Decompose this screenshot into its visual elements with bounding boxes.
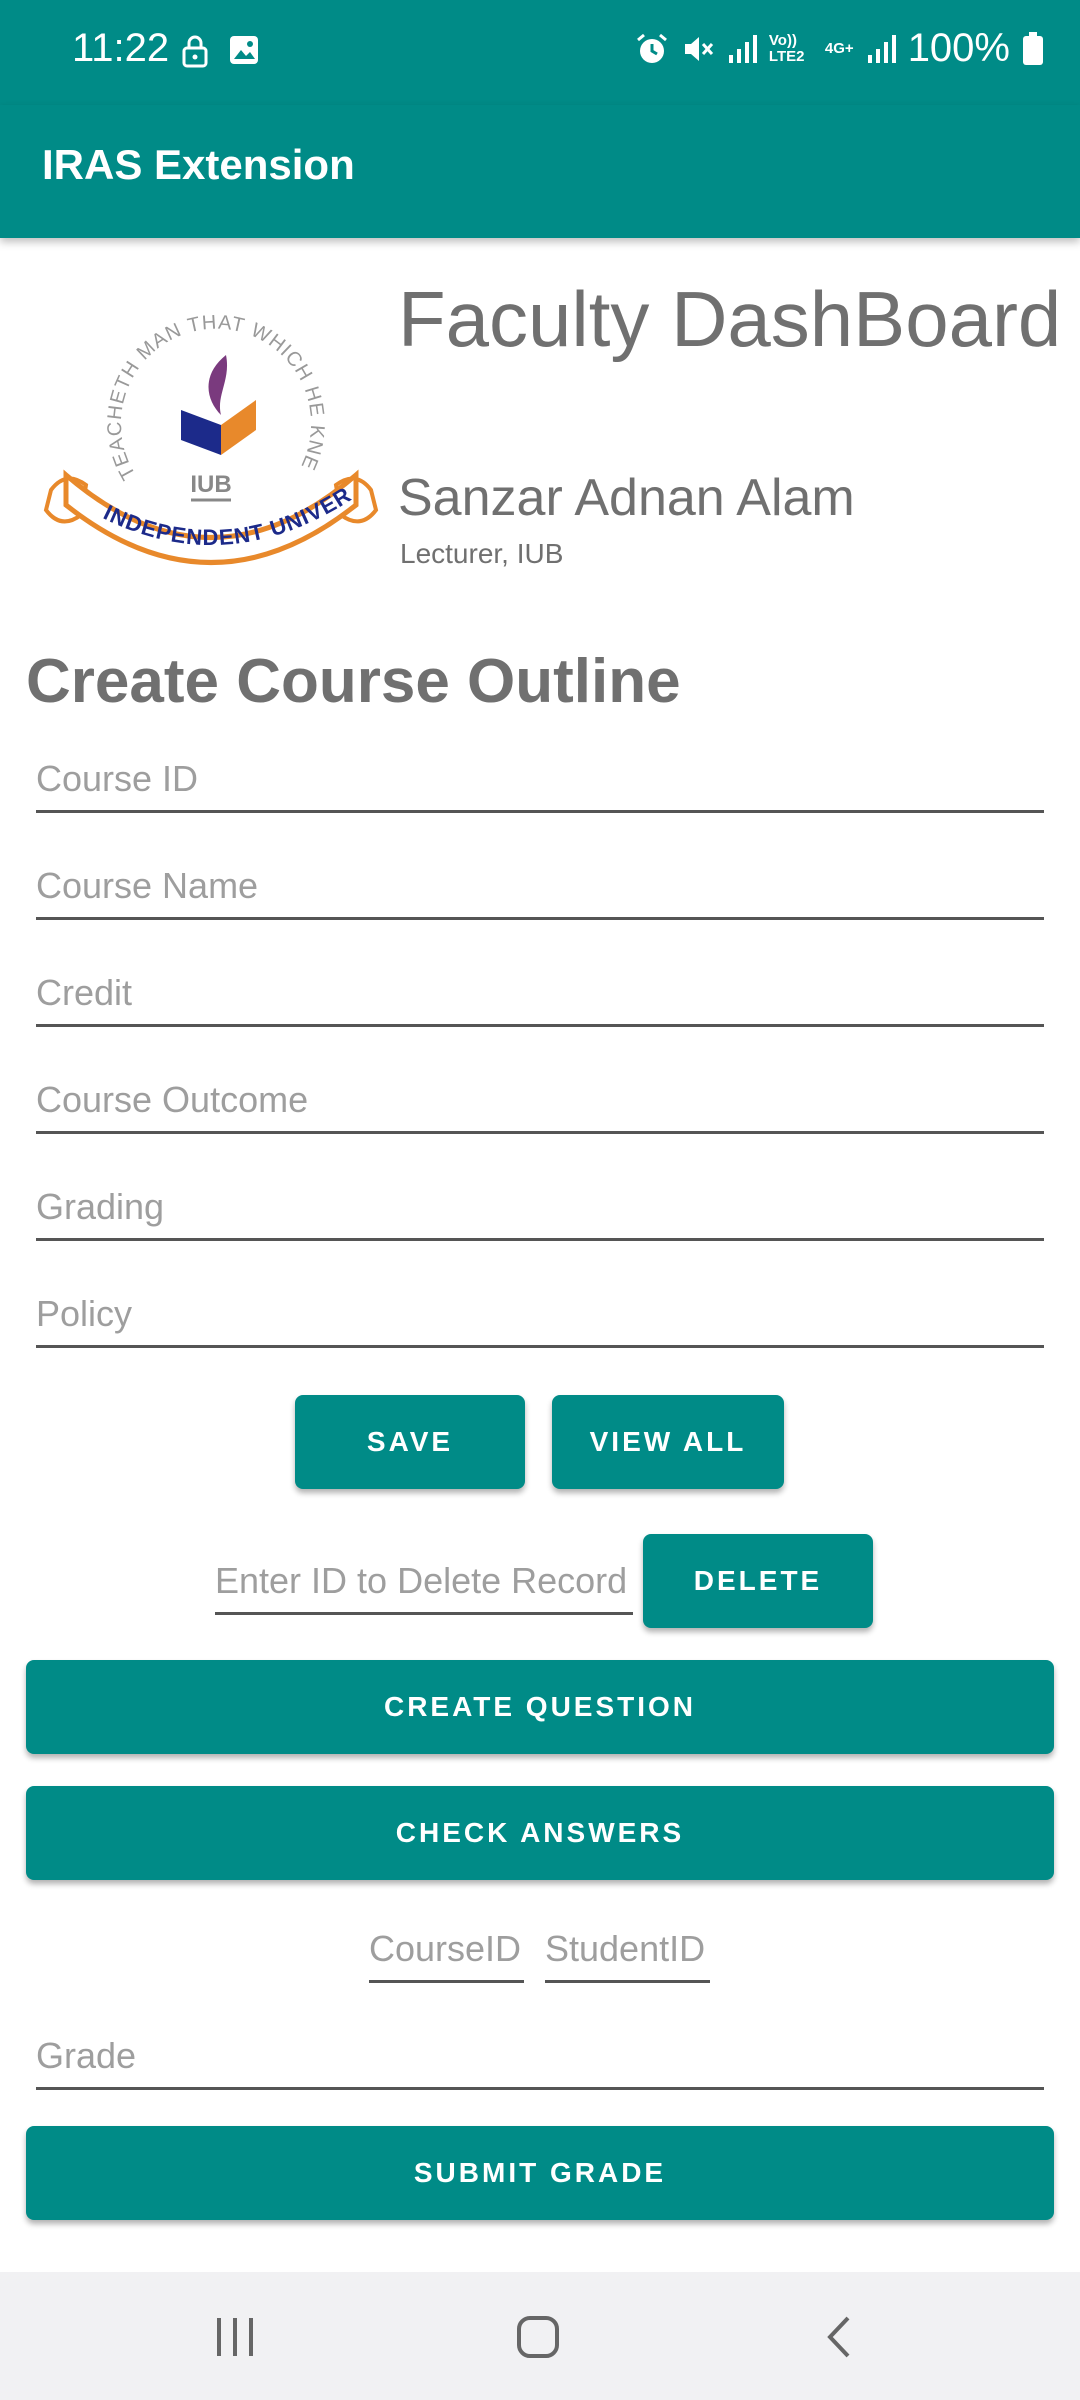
course-outcome-field[interactable]: Course Outcome <box>36 1069 1044 1134</box>
app-bar: IRAS Extension <box>0 105 1080 238</box>
battery-icon <box>1023 31 1043 65</box>
logo-text: IUB <box>190 471 231 498</box>
image-icon <box>230 36 258 64</box>
create-question-button[interactable]: CREATE QUESTION <box>26 1660 1054 1754</box>
alarm-icon <box>636 33 667 63</box>
status-time: 11:22 <box>72 26 170 70</box>
battery-percent: 100% <box>907 26 1010 70</box>
app-title: IRAS Extension <box>42 141 355 188</box>
section-title: Create Course Outline <box>26 647 681 716</box>
delete-button[interactable]: DELETE <box>643 1534 873 1628</box>
signal-icon <box>867 34 896 63</box>
4g-icon: 4G+ <box>824 40 854 57</box>
grading-field[interactable]: Grading <box>36 1176 1044 1241</box>
faculty-role: Lecturer, IUB <box>400 538 564 569</box>
grade-student-id-field[interactable]: StudentID <box>545 1918 710 1983</box>
iub-logo: TEACHETH MAN THAT WHICH HE KNEW NOT IUB … <box>36 300 379 565</box>
status-bar: 11:22 Vo)) LTE2 4G+ 100% <box>0 0 1080 105</box>
submit-grade-button[interactable]: SUBMIT GRADE <box>26 2126 1054 2220</box>
page-title: Faculty DashBoard <box>398 275 1062 363</box>
signal-icon <box>728 34 757 63</box>
delete-id-field[interactable]: Enter ID to Delete Record <box>215 1550 633 1615</box>
check-answers-button[interactable]: CHECK ANSWERS <box>26 1786 1054 1880</box>
back-icon[interactable] <box>810 2310 870 2364</box>
home-icon[interactable] <box>508 2310 568 2364</box>
credit-field[interactable]: Credit <box>36 962 1044 1027</box>
volte-icon: Vo)) LTE2 <box>768 31 805 65</box>
grade-course-id-field[interactable]: CourseID <box>369 1918 524 1983</box>
system-nav-bar <box>0 2272 1080 2400</box>
svg-text:TEACHETH MAN THAT WHICH HE KNE: TEACHETH MAN THAT WHICH HE KNEW NOT <box>36 300 328 483</box>
policy-field[interactable]: Policy <box>36 1283 1044 1348</box>
save-button[interactable]: SAVE <box>295 1395 525 1489</box>
view-all-button[interactable]: VIEW ALL <box>552 1395 784 1489</box>
course-name-field[interactable]: Course Name <box>36 855 1044 920</box>
course-id-field[interactable]: Course ID <box>36 748 1044 813</box>
logo-motto: TEACHETH MAN THAT WHICH HE KNEW NOT <box>36 300 327 483</box>
recent-apps-icon[interactable] <box>205 2310 265 2364</box>
lock-icon <box>182 35 208 68</box>
mute-icon <box>684 36 714 61</box>
grade-field[interactable]: Grade <box>36 2025 1044 2090</box>
faculty-name: Sanzar Adnan Alam <box>398 469 855 527</box>
